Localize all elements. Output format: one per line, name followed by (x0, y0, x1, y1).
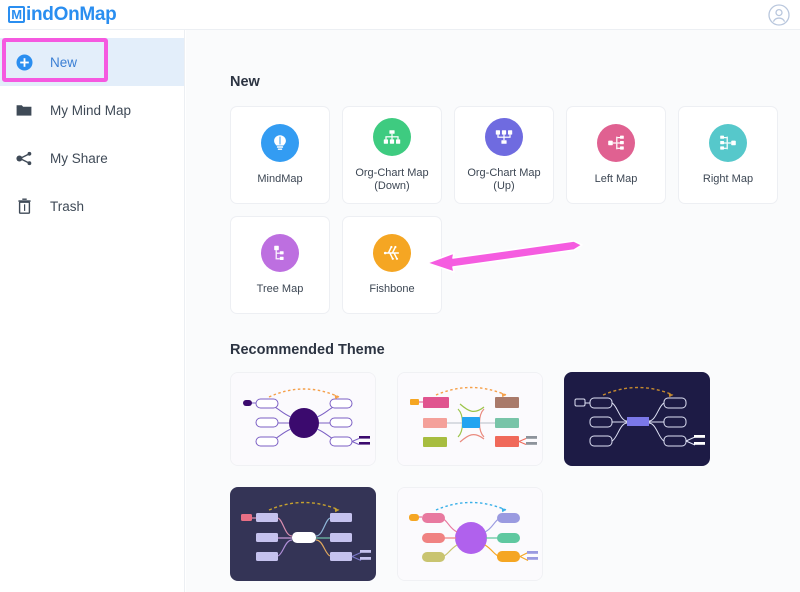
fishbone-icon (373, 234, 411, 272)
template-card-label: MindMap (257, 173, 303, 185)
logo-mark-icon: M (8, 6, 25, 23)
left-map-icon (597, 124, 635, 162)
org-chart-up-icon (485, 117, 523, 156)
theme-card-blue-dark[interactable] (564, 372, 710, 466)
template-card-label: Left Map (594, 173, 638, 185)
template-card-label: Fishbone (369, 283, 415, 295)
plus-circle-icon (14, 52, 34, 72)
template-card-org-chart-up[interactable]: Org-Chart Map (Up) (454, 106, 554, 204)
app-root: M indOnMap New My Mind Map My Share Tras… (0, 0, 800, 592)
theme-section-title: Recommended Theme (230, 342, 385, 358)
theme-card-violet-light[interactable] (397, 487, 543, 581)
app-logo[interactable]: M indOnMap (8, 3, 117, 26)
sidebar-item-label: New (50, 54, 78, 70)
template-card-org-chart-down[interactable]: Org-Chart Map (Down) (342, 106, 442, 204)
sidebar-item-label: My Share (50, 150, 108, 166)
main-content: New MindMap Org-Chart Map (Down) Org-Cha… (186, 30, 800, 592)
app-header: M indOnMap (0, 0, 800, 30)
logo-text: indOnMap (26, 3, 117, 25)
theme-card-grid (230, 372, 790, 581)
template-card-grid: MindMap Org-Chart Map (Down) Org-Chart M… (230, 106, 790, 314)
template-card-tree-map[interactable]: Tree Map (230, 216, 330, 314)
template-card-left-map[interactable]: Left Map (566, 106, 666, 204)
user-circle-icon[interactable] (768, 4, 790, 26)
sidebar-item-trash[interactable]: Trash (0, 182, 184, 230)
sidebar-item-label: My Mind Map (50, 102, 132, 118)
template-card-label: Org-Chart Map (Up) (467, 166, 541, 192)
sidebar-item-label: Trash (50, 198, 85, 214)
sidebar: New My Mind Map My Share Trash (0, 30, 185, 592)
template-card-fishbone[interactable]: Fishbone (342, 216, 442, 314)
org-chart-down-icon (373, 117, 411, 156)
template-card-label: Tree Map (256, 283, 304, 295)
folder-icon (14, 100, 34, 120)
sidebar-item-my-share[interactable]: My Share (0, 134, 184, 182)
template-card-right-map[interactable]: Right Map (678, 106, 778, 204)
template-card-label: Right Map (702, 173, 754, 185)
tree-map-icon (261, 234, 299, 272)
sidebar-item-my-mind-map[interactable]: My Mind Map (0, 86, 184, 134)
theme-card-colorful-light[interactable] (397, 372, 543, 466)
template-card-mindmap[interactable]: MindMap (230, 106, 330, 204)
new-section-title: New (230, 74, 260, 90)
template-card-label: Org-Chart Map (Down) (355, 166, 429, 192)
theme-card-purple-light[interactable] (230, 372, 376, 466)
right-map-icon (709, 124, 747, 162)
theme-card-pastel-dark[interactable] (230, 487, 376, 581)
trash-icon (14, 196, 34, 216)
lightbulb-icon (261, 124, 299, 162)
sidebar-item-new[interactable]: New (0, 38, 184, 86)
share-icon (14, 148, 34, 168)
